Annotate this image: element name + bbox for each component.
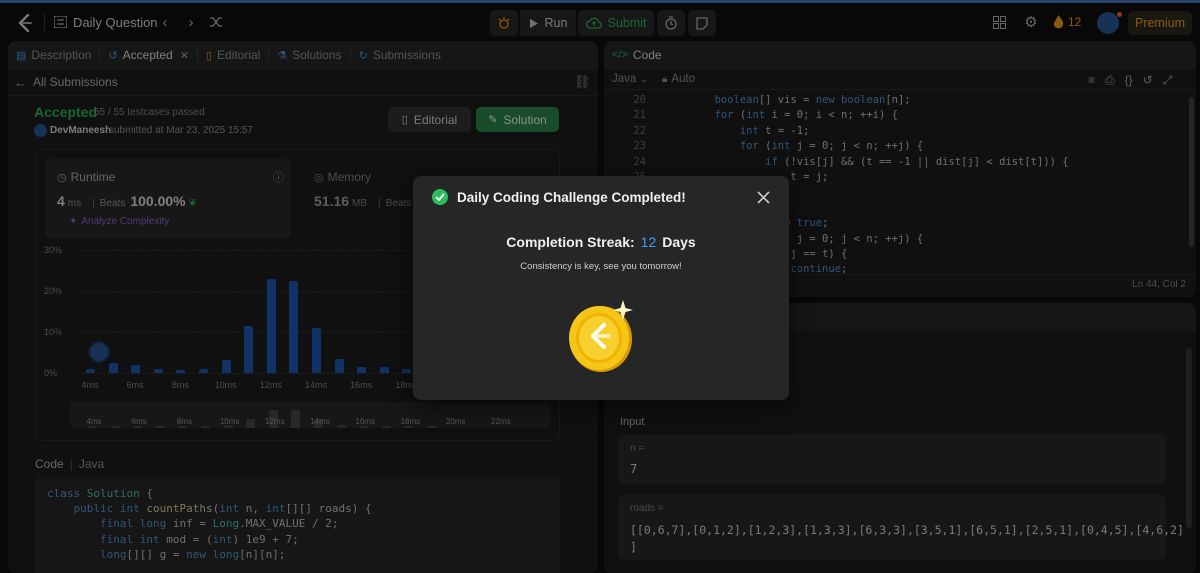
modal-message: Consistency is key, see you tomorrow! [520,261,682,272]
streak-count: 12 [640,234,657,250]
daily-challenge-modal: Daily Coding Challenge Completed! Comple… [413,176,789,400]
modal-title: Daily Coding Challenge Completed! [457,190,686,205]
check-circle-icon [432,189,448,205]
streak-label: Completion Streak: [506,234,635,250]
close-icon[interactable] [752,186,774,208]
streak-unit: Days [662,234,696,250]
completion-streak: Completion Streak: 12 Days [413,234,789,250]
gold-coin-badge [565,298,641,374]
